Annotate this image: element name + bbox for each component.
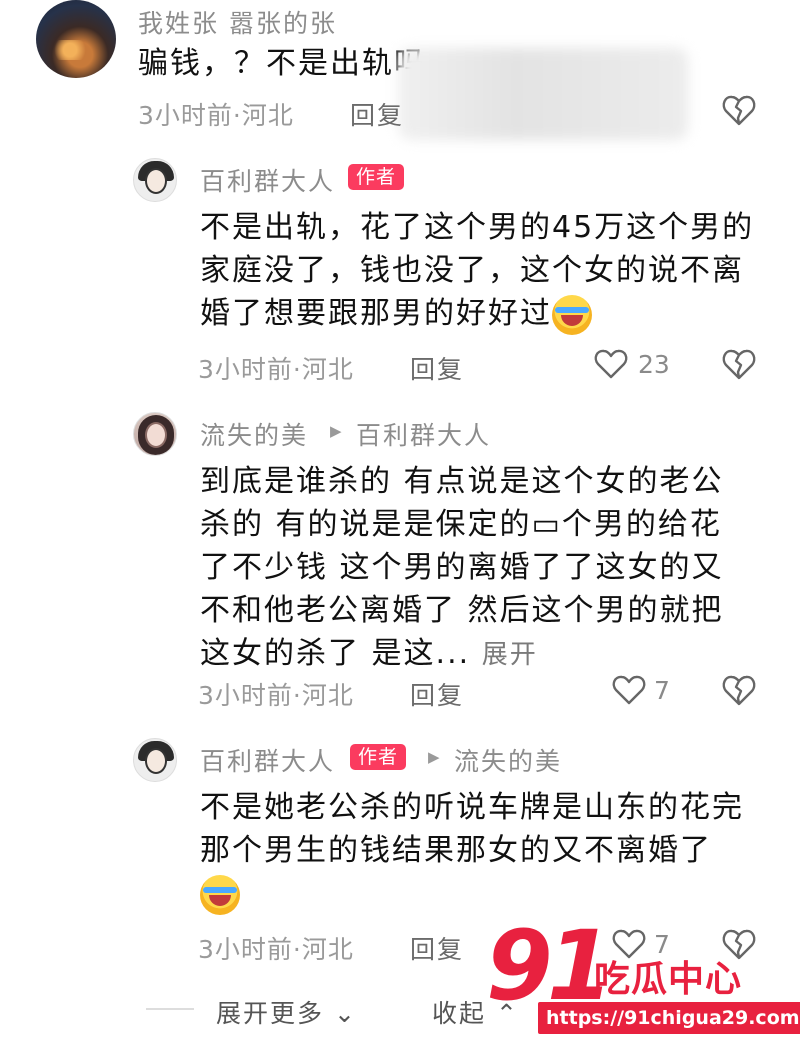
like-count: 23 (638, 350, 670, 379)
comment-time-location: 3小时前·河北 (198, 355, 354, 384)
comment-line: 不和他老公离婚了 然后这个男的就把 (200, 593, 724, 628)
reply-button[interactable]: 回复 (410, 930, 464, 966)
comment-line: 家庭没了，钱也没了，这个女的说不离 (200, 253, 744, 288)
comment-line: 骗钱，？不是出轨吗 (138, 46, 426, 81)
comment-line: 到底是谁杀的 有点说是这个女的老公 (200, 464, 724, 499)
expand-more-button[interactable]: 展开更多 ⌄ (216, 994, 357, 1030)
reply-arrow-icon: ▶ (330, 422, 342, 440)
comment-author[interactable]: 百利群大人 (200, 742, 335, 778)
reply-to-user[interactable]: 流失的美 (454, 742, 562, 778)
comment-text: 骗钱，？不是出轨吗 (138, 42, 426, 85)
comment-line: 杀的 有的说是是保定的▭个男的给花 (200, 507, 722, 542)
comment-line: 这女的杀了 是这... (200, 636, 471, 671)
like-heart-icon[interactable] (612, 674, 646, 706)
comment-line: 不是出轨，花了这个男的45万这个男的 (200, 210, 755, 245)
chevron-down-icon: ⌄ (324, 999, 357, 1028)
collapse-label: 收起 (432, 999, 487, 1028)
comment-line: 不是她老公杀的听说车牌是山东的花完 (200, 790, 744, 825)
reply-to-user[interactable]: 百利群大人 (356, 416, 491, 452)
comment-author[interactable]: 我姓张 嚣张的张 (138, 4, 337, 40)
avatar-author[interactable] (133, 738, 177, 782)
avatar-author[interactable] (133, 158, 177, 202)
reply-button[interactable]: 回复 (350, 96, 404, 132)
avatar-user[interactable] (133, 412, 177, 456)
author-badge: 作者 (348, 164, 405, 190)
watermark-url: https://91chigua29.com (538, 1002, 800, 1034)
comment-line: 了不少钱 这个男的离婚了了这女的又 (200, 550, 724, 585)
comment-line: 婚了想要跟那男的好好过 (200, 296, 552, 331)
like-heart-icon[interactable] (594, 348, 628, 380)
blurred-overlay (398, 48, 688, 140)
comment-author[interactable]: 百利群大人 (200, 162, 335, 198)
reply-button[interactable]: 回复 (410, 676, 464, 712)
reply-arrow-icon: ▶ (428, 748, 440, 766)
comment-text: 不是出轨，花了这个男的45万这个男的 家庭没了，钱也没了，这个女的说不离 婚了想… (200, 206, 754, 335)
avatar-main[interactable] (36, 0, 116, 78)
dislike-icon[interactable] (722, 674, 756, 706)
like-count: 7 (654, 676, 670, 705)
comment-line: 那个男生的钱结果那女的又不离婚了 (200, 833, 712, 868)
comment-time-location: 3小时前·河北 (198, 681, 354, 710)
comment-author[interactable]: 流失的美 (200, 416, 308, 452)
comment-time-location: 3小时前·河北 (198, 935, 354, 964)
reply-button[interactable]: 回复 (410, 350, 464, 386)
dislike-icon[interactable] (722, 348, 756, 380)
author-badge: 作者 (350, 744, 407, 770)
expand-link[interactable]: 展开 (482, 640, 538, 670)
comment-time-location: 3小时前·河北 (138, 101, 294, 130)
crying-laughing-emoji-icon (552, 294, 592, 335)
watermark-brand: 吃瓜中心 (594, 959, 743, 1000)
comment-text: 到底是谁杀的 有点说是这个女的老公 杀的 有的说是是保定的▭个男的给花 了不少钱… (200, 460, 724, 677)
watermark: 91 吃瓜中心 https://91chigua29.com (486, 910, 800, 1038)
expand-more-label: 展开更多 (216, 999, 325, 1028)
divider-line (146, 1008, 194, 1010)
dislike-icon[interactable] (722, 94, 756, 126)
comment-text: 不是她老公杀的听说车牌是山东的花完 那个男生的钱结果那女的又不离婚了 (200, 786, 744, 915)
crying-laughing-emoji-icon (200, 874, 240, 915)
